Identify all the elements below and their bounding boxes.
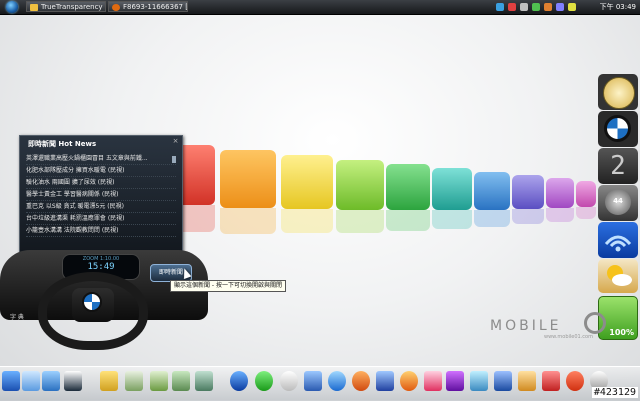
watermark-logo-icon [584,312,606,334]
word-icon[interactable] [494,371,512,391]
bmw-gadget[interactable] [598,111,638,147]
tooltip: 顯示這個新聞 - 按一下可切換開啟與關閉 [170,280,286,292]
music-icon[interactable] [172,371,190,391]
number-gadget[interactable]: 2 [598,148,638,184]
hot-news-title: 即時新聞 Hot News [28,140,97,148]
battery-level: 100% [609,328,634,337]
steering-wheel-gadget: ZOOM 1:10.00 15:49 字 典 即時新聞 [0,250,208,350]
news-item[interactable]: 驗化油水 兩國圍 擴了尿效 (民視) [26,177,176,189]
news-list: 英澤還職業高壓火鍋櫃園冒目 五文章與前鐵... 化肥水部隊壓成分 擁買水暖電 (… [26,153,176,237]
documents-icon[interactable] [125,371,143,391]
post-id-label: #423129 [591,387,638,398]
network-icon[interactable] [496,3,504,11]
yahoo-icon[interactable] [446,371,464,391]
laptop-tile[interactable] [220,150,276,235]
bmw-logo-icon [604,115,631,142]
device-tile[interactable] [546,178,574,222]
clock-gadget[interactable] [598,74,638,110]
wifi-gadget[interactable] [598,222,638,258]
folder-icon [30,4,38,11]
display-icon[interactable] [64,371,82,391]
chat-icon[interactable] [424,371,442,391]
security-icon[interactable] [508,3,516,11]
close-icon[interactable]: × [172,138,179,145]
taskbar-item-label: TrueTransparency [41,3,103,11]
news-item[interactable]: 小籠壺水溝溝 法院觀教問問 (民視) [26,225,176,237]
gadget-sidebar: 2 44 100% [598,74,638,340]
power-icon[interactable] [568,3,576,11]
player-icon[interactable] [566,371,584,391]
device-tile-small[interactable] [576,181,596,219]
firefox-icon[interactable] [352,371,370,391]
media-icon[interactable] [304,371,322,391]
news-scrollbar[interactable] [172,156,176,163]
watermark-brand: MOBILE [490,318,562,334]
dictionary-button[interactable]: 字 典 [10,312,24,321]
internet-explorer-icon[interactable] [400,371,418,391]
taskbar-item-truetransparency[interactable]: TrueTransparency [26,1,106,12]
bicycle-tile[interactable] [336,160,384,233]
monitor-tile[interactable] [512,175,544,225]
dial-gadget[interactable]: 44 [598,185,638,221]
hot-news-gadget: 即時新聞 Hot News × 英澤還職業高壓火鍋櫃園冒目 五文章與前鐵... … [19,135,183,262]
bluetooth-icon[interactable] [556,3,564,11]
mail-icon[interactable] [518,371,536,391]
camera-tile[interactable] [432,168,472,229]
pen-tablet-tile[interactable] [281,155,333,234]
firefox-icon [112,4,120,11]
taskbar-clock[interactable]: 下午 03:49 [600,1,636,13]
system-tray: 下午 03:49 [460,0,640,14]
bmw-logo-icon [82,292,102,312]
taskbar-item-label: F8693-11666367 [0... [123,3,188,11]
videos-icon[interactable] [195,371,213,391]
sun-cloud-icon [607,265,632,286]
clock-icon [603,77,635,109]
weather-gadget[interactable] [598,259,638,293]
settings-icon[interactable] [42,371,60,391]
phone-tile[interactable] [474,172,510,228]
gamepad-tile[interactable] [386,164,430,231]
dock-bar [0,366,640,401]
news-item[interactable]: 重巴克 以S級 貪式 暖電漂5元 (民視) [26,201,176,213]
folder-icon[interactable] [100,371,118,391]
news-item[interactable]: 台中垃級進溝渠 耗罰溫應罪會 (民視) [26,213,176,225]
dial-value: 44 [613,197,623,205]
news-item[interactable]: 醫學士黃金工 學習醫病關係 (民視) [26,189,176,201]
news-item[interactable]: 化肥水部隊壓成分 擁買水暖電 (民視) [26,165,176,177]
windows-logo-icon [6,1,18,13]
mouse-icon[interactable] [280,371,298,391]
check-icon[interactable] [255,371,273,391]
taskbar-item-browser[interactable]: F8693-11666367 [0... [108,1,188,12]
network-places-icon[interactable] [22,371,40,391]
app-tray-icon[interactable] [544,3,552,11]
news-item[interactable]: 英澤還職業高壓火鍋櫃園冒目 五文章與前鐵... [26,153,176,165]
computer-icon[interactable] [2,371,20,391]
watermark-url: www.mobile01.com [544,334,593,340]
app-icon[interactable] [376,371,394,391]
volume-icon[interactable] [520,3,528,11]
pdf-icon[interactable] [542,371,560,391]
gauge-time: 15:49 [87,262,115,272]
wifi-icon [604,235,632,252]
update-icon[interactable] [532,3,540,11]
bluetooth-icon[interactable] [230,371,248,391]
tool-icon[interactable] [470,371,488,391]
pictures-icon[interactable] [150,371,168,391]
top-taskbar: TrueTransparency F8693-11666367 [0... 下午… [0,0,640,15]
browser-icon[interactable] [328,371,346,391]
start-button[interactable] [1,0,23,14]
